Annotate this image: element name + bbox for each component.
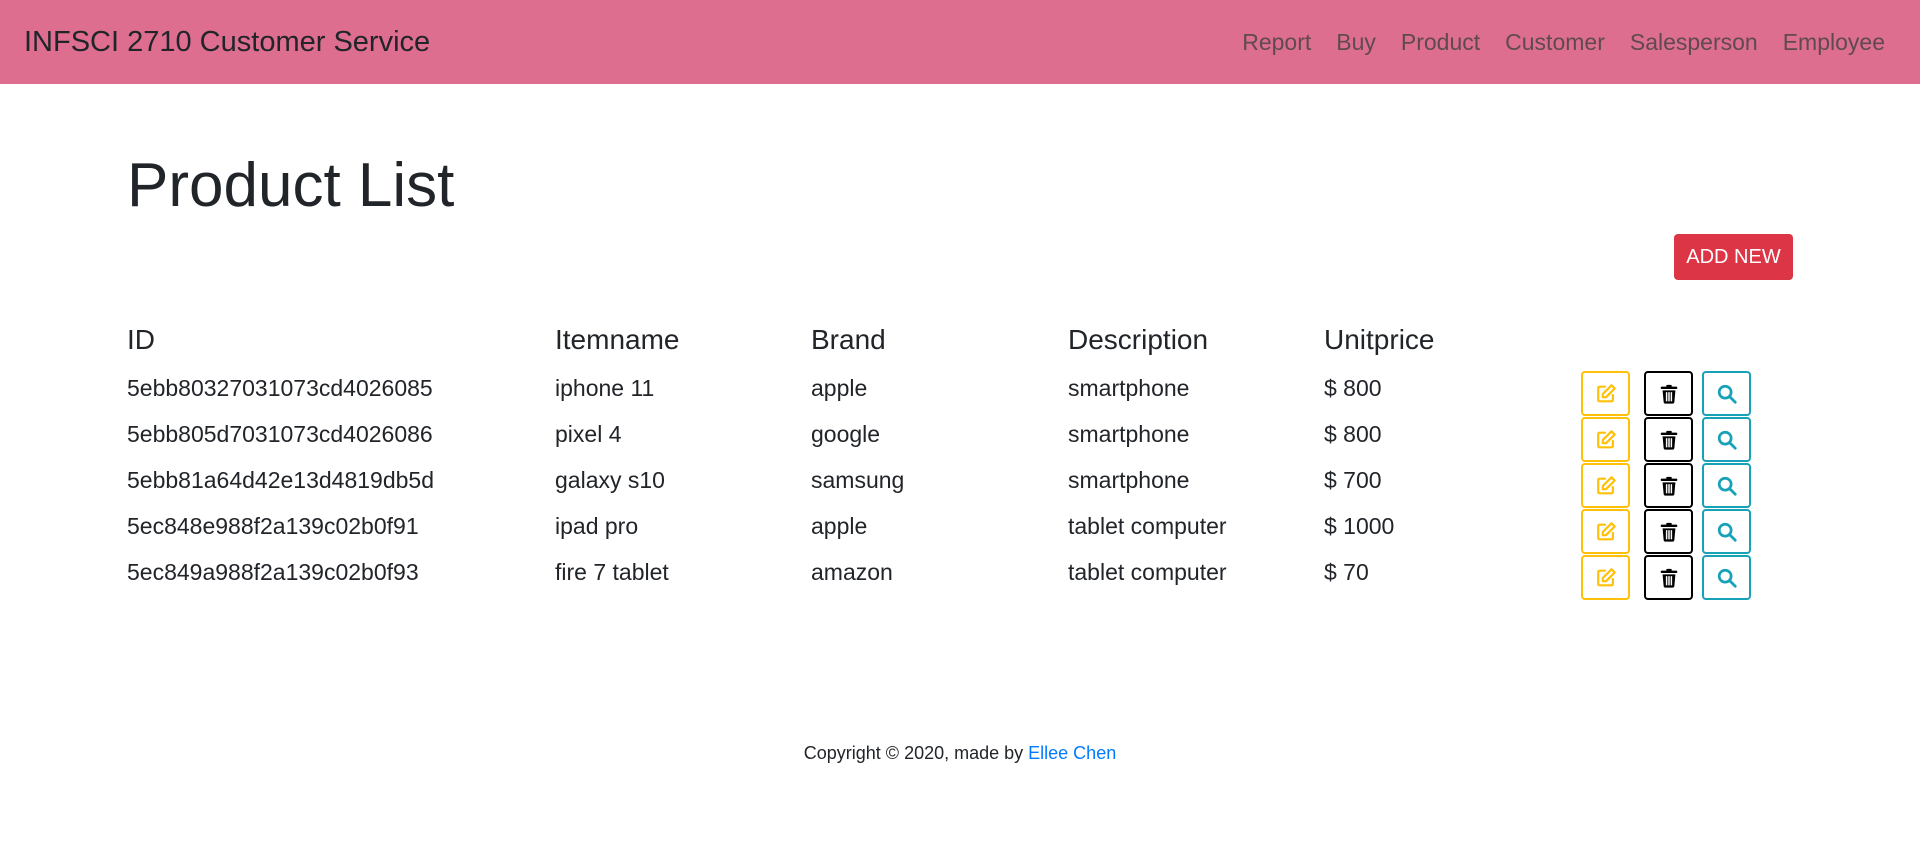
footer-author-link[interactable]: Ellee Chen (1028, 743, 1116, 763)
edit-icon (1595, 429, 1617, 451)
trash-icon (1658, 475, 1680, 497)
edit-button[interactable] (1581, 555, 1630, 600)
cell-itemname: pixel 4 (555, 421, 622, 447)
delete-button[interactable] (1644, 463, 1693, 508)
column-header-id: ID (127, 324, 155, 355)
column-header-itemname: Itemname (555, 324, 680, 355)
nav-link-employee[interactable]: Employee (1783, 27, 1885, 57)
cell-brand: apple (811, 375, 868, 401)
trash-icon (1658, 429, 1680, 451)
cell-itemname: fire 7 tablet (555, 559, 669, 585)
view-button[interactable] (1702, 371, 1751, 416)
cell-unitprice: $ 1000 (1324, 513, 1395, 539)
nav-link-customer[interactable]: Customer (1505, 27, 1605, 57)
cell-description: tablet computer (1068, 559, 1227, 585)
navbar-brand[interactable]: INFSCI 2710 Customer Service (24, 25, 430, 59)
cell-unitprice: $ 70 (1324, 559, 1369, 585)
edit-button[interactable] (1581, 463, 1630, 508)
delete-button[interactable] (1644, 371, 1693, 416)
search-icon (1716, 521, 1738, 543)
cell-itemname: galaxy s10 (555, 467, 665, 493)
table-row: 5ebb80327031073cd4026085 iphone 11 apple sm… (127, 370, 1807, 416)
trash-icon (1658, 567, 1680, 589)
cell-id: 5ebb81a64d42e13d4819db5d (127, 467, 434, 493)
edit-icon (1595, 383, 1617, 405)
nav-link-salesperson[interactable]: Salesperson (1630, 27, 1758, 57)
table-row: 5ec849a988f2a139c02b0f93 fire 7 tablet ama… (127, 554, 1807, 600)
column-header-unitprice: Unitprice (1324, 324, 1435, 355)
cell-itemname: ipad pro (555, 513, 639, 539)
cell-description: tablet computer (1068, 513, 1227, 539)
view-button[interactable] (1702, 509, 1751, 554)
search-icon (1716, 383, 1738, 405)
view-button[interactable] (1702, 417, 1751, 462)
cell-description: smartphone (1068, 467, 1190, 493)
table-row: 5ebb81a64d42e13d4819db5d galaxy s10 samsun… (127, 462, 1807, 508)
cell-brand: amazon (811, 559, 893, 585)
trash-icon (1658, 383, 1680, 405)
cell-description: smartphone (1068, 421, 1190, 447)
edit-button[interactable] (1581, 509, 1630, 554)
cell-brand: apple (811, 513, 868, 539)
nav-links: Report Buy Product Customer Salesperson … (1217, 27, 1885, 57)
footer-text: Copyright © 2020, made by (803, 743, 1029, 763)
nav-link-report[interactable]: Report (1242, 27, 1311, 57)
cell-unitprice: $ 800 (1324, 375, 1382, 401)
navbar: INFSCI 2710 Customer Service Report Buy … (0, 0, 1920, 84)
delete-button[interactable] (1644, 555, 1693, 600)
delete-button[interactable] (1644, 417, 1693, 462)
cell-unitprice: $ 700 (1324, 467, 1382, 493)
edit-icon (1595, 521, 1617, 543)
edit-icon (1595, 567, 1617, 589)
search-icon (1716, 567, 1738, 589)
footer: Copyright © 2020, made by Ellee Chen (0, 741, 1920, 765)
cell-description: smartphone (1068, 375, 1190, 401)
edit-button[interactable] (1581, 371, 1630, 416)
table-row: 5ec848e988f2a139c02b0f91 ipad pro apple tab… (127, 508, 1807, 554)
cell-id: 5ec848e988f2a139c02b0f91 (127, 513, 419, 539)
edit-button[interactable] (1581, 417, 1630, 462)
cell-id: 5ebb805d7031073cd4026086 (127, 421, 433, 447)
cell-brand: samsung (811, 467, 905, 493)
page-title: Product List (127, 151, 455, 220)
trash-icon (1658, 521, 1680, 543)
nav-link-buy[interactable]: Buy (1336, 27, 1376, 57)
cell-itemname: iphone 11 (555, 375, 655, 401)
table-row: 5ebb805d7031073cd4026086 pixel 4 google sma… (127, 416, 1807, 462)
edit-icon (1595, 475, 1617, 497)
column-header-brand: Brand (811, 324, 886, 355)
cell-brand: google (811, 421, 881, 447)
add-new-button[interactable]: ADD NEW (1674, 234, 1793, 280)
cell-id: 5ec849a988f2a139c02b0f93 (127, 559, 419, 585)
column-header-description: Description (1068, 324, 1209, 355)
delete-button[interactable] (1644, 509, 1693, 554)
view-button[interactable] (1702, 463, 1751, 508)
search-icon (1716, 429, 1738, 451)
cell-id: 5ebb80327031073cd4026085 (127, 375, 433, 401)
nav-link-product[interactable]: Product (1401, 27, 1480, 57)
search-icon (1716, 475, 1738, 497)
view-button[interactable] (1702, 555, 1751, 600)
cell-unitprice: $ 800 (1324, 421, 1382, 447)
